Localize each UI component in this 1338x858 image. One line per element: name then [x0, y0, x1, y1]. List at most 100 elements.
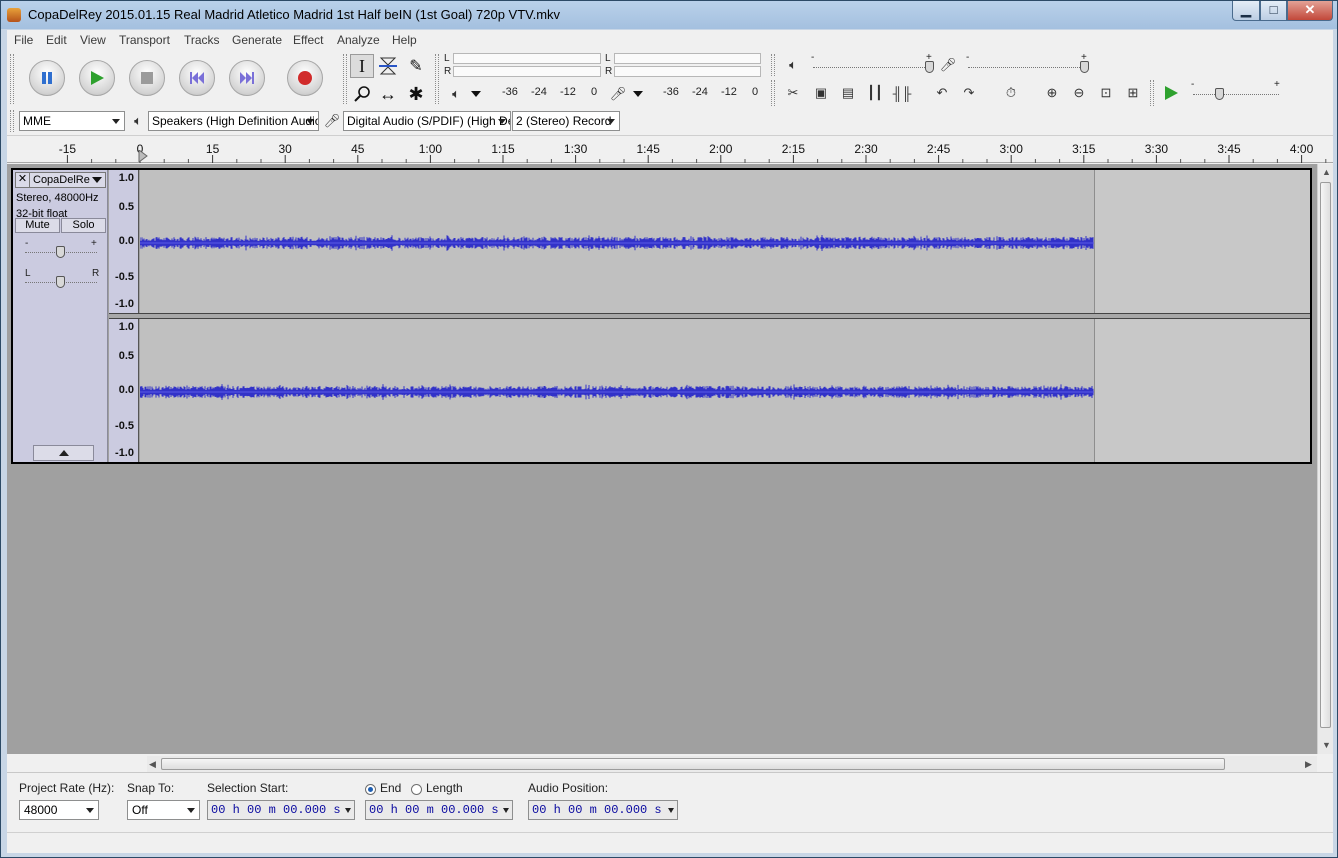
selection-tool[interactable]: I: [350, 54, 374, 78]
menu-analyze[interactable]: Analyze: [337, 33, 380, 47]
ruler-tick-label: 2:15: [781, 142, 806, 156]
mute-button[interactable]: Mute: [15, 218, 60, 233]
play-at-speed-icon[interactable]: [1163, 85, 1179, 101]
ruler-tick-label: 30: [278, 142, 292, 156]
channel-right-waveform[interactable]: [140, 319, 1310, 462]
paste-icon[interactable]: ▤: [837, 82, 859, 104]
track-name-label: CopaDelRe: [33, 174, 90, 186]
audio-host-dropdown[interactable]: MME: [19, 111, 125, 131]
record-meter-menu-icon[interactable]: [633, 91, 643, 97]
menu-file[interactable]: File: [14, 33, 33, 47]
scroll-up-arrow-icon[interactable]: ▲: [1322, 167, 1331, 177]
undo-icon[interactable]: ↶: [931, 82, 953, 104]
device-toolbar-grip[interactable]: [10, 110, 14, 132]
ruler-tick-label: 15: [205, 142, 220, 156]
multi-tool[interactable]: ✱: [404, 82, 428, 106]
solo-button[interactable]: Solo: [61, 218, 106, 233]
selection-end-time[interactable]: 00 h 00 m 00.000 s: [365, 800, 513, 820]
minimize-button[interactable]: ▁: [1232, 1, 1260, 21]
pan-left-label: L: [25, 268, 31, 279]
audio-position-time[interactable]: 00 h 00 m 00.000 s: [528, 800, 678, 820]
snap-to-combo[interactable]: Off: [127, 800, 200, 820]
track-menu-arrow-icon[interactable]: [92, 177, 102, 183]
output-volume-slider[interactable]: [925, 61, 934, 73]
mixer-toolbar-grip[interactable]: [771, 54, 775, 76]
fit-project-icon[interactable]: ⊞: [1122, 82, 1144, 104]
output-device-dropdown[interactable]: Speakers (High Definition Audio: [148, 111, 319, 131]
speaker-meter-icon[interactable]: 🔈︎: [445, 83, 467, 105]
menu-generate[interactable]: Generate: [232, 33, 282, 47]
pan-slider[interactable]: [56, 276, 65, 288]
skip-to-end-button[interactable]: [229, 60, 265, 96]
audio-track[interactable]: ✕ CopaDelRe Stereo, 48000Hz 32-bit float…: [11, 168, 1312, 464]
menu-transport[interactable]: Transport: [119, 33, 170, 47]
skip-to-end-icon: [240, 72, 254, 84]
draw-tool[interactable]: ✎: [404, 54, 428, 78]
record-tick: -24: [692, 86, 708, 98]
horizontal-scrollbar[interactable]: ◀ ▶: [147, 756, 1317, 772]
menu-help[interactable]: Help: [392, 33, 417, 47]
output-device-icon: 🔈︎: [134, 113, 142, 128]
track-close-icon[interactable]: ✕: [16, 173, 30, 187]
trim-icon[interactable]: ┃┃: [864, 82, 886, 104]
track-area[interactable]: ✕ CopaDelRe Stereo, 48000Hz 32-bit float…: [7, 164, 1317, 754]
menu-tracks[interactable]: Tracks: [184, 33, 220, 47]
maximize-button[interactable]: □: [1260, 1, 1287, 21]
application-window: CopaDelRey 2015.01.15 Real Madrid Atleti…: [0, 0, 1338, 858]
zoom-out-icon[interactable]: ⊖: [1068, 82, 1090, 104]
meter-toolbar-grip[interactable]: [435, 54, 439, 104]
end-radio[interactable]: [365, 784, 376, 795]
transport-toolbar-grip[interactable]: [10, 54, 14, 104]
menu-edit[interactable]: Edit: [46, 33, 67, 47]
horizontal-scroll-thumb[interactable]: [161, 758, 1225, 770]
pause-button[interactable]: [29, 60, 65, 96]
silence-icon[interactable]: ╢╟: [891, 82, 913, 104]
collapse-track-button[interactable]: [33, 445, 94, 461]
edit-toolbar-grip[interactable]: [771, 80, 775, 106]
title-bar[interactable]: CopaDelRey 2015.01.15 Real Madrid Atleti…: [1, 1, 1337, 29]
zoom-tool[interactable]: [350, 82, 374, 106]
scroll-right-arrow-icon[interactable]: ▶: [1305, 759, 1312, 770]
input-channels-dropdown[interactable]: 2 (Stereo) Record: [512, 111, 620, 131]
vertical-scrollbar[interactable]: ▲ ▼: [1317, 164, 1333, 754]
channel-left-waveform[interactable]: [140, 170, 1310, 313]
menu-view[interactable]: View: [80, 33, 106, 47]
selection-start-time[interactable]: 00 h 00 m 00.000 s: [207, 800, 355, 820]
vruler-tick: -0.5: [115, 420, 134, 432]
record-button[interactable]: [287, 60, 323, 96]
gain-slider[interactable]: [56, 246, 65, 258]
track-name-menu[interactable]: ✕ CopaDelRe: [15, 172, 106, 188]
microphone-meter-icon[interactable]: 🎤︎: [607, 83, 629, 105]
zoom-in-icon[interactable]: ⊕: [1041, 82, 1063, 104]
skip-to-start-button[interactable]: [179, 60, 215, 96]
redo-icon[interactable]: ↷: [958, 82, 980, 104]
vertical-scroll-thumb[interactable]: [1320, 182, 1331, 728]
timeline-ruler[interactable]: -15 0 15 30 45 1:00 1:15 1:30 1:45 2:00 2:15 2:30 2:…: [7, 137, 1333, 163]
input-device-dropdown[interactable]: Digital Audio (S/PDIF) (High De: [343, 111, 511, 131]
empty-track-region: [1094, 319, 1310, 462]
input-volume-track: [968, 67, 1086, 68]
scroll-down-arrow-icon[interactable]: ▼: [1322, 740, 1331, 750]
speed-track: [1193, 94, 1279, 95]
sync-lock-icon[interactable]: ⏱︎: [1000, 82, 1022, 104]
length-radio[interactable]: [411, 784, 422, 795]
record-tick: -36: [663, 86, 679, 98]
input-volume-slider[interactable]: [1080, 61, 1089, 73]
tools-toolbar-grip[interactable]: [343, 54, 347, 104]
play-at-speed-grip[interactable]: [1150, 80, 1154, 106]
speed-slider[interactable]: [1215, 88, 1224, 100]
cut-icon[interactable]: ✂︎: [782, 82, 804, 104]
project-rate-combo[interactable]: 48000: [19, 800, 99, 820]
fit-selection-icon[interactable]: ⊡: [1095, 82, 1117, 104]
stop-button[interactable]: [129, 60, 165, 96]
scroll-left-arrow-icon[interactable]: ◀: [149, 759, 156, 770]
close-window-button[interactable]: ✕: [1287, 1, 1333, 21]
menu-effect[interactable]: Effect: [293, 33, 323, 47]
play-head-marker-icon[interactable]: [138, 150, 148, 162]
play-button[interactable]: [79, 60, 115, 96]
envelope-tool[interactable]: [376, 54, 400, 78]
playback-meter-menu-icon[interactable]: [471, 91, 481, 97]
timeshift-tool[interactable]: ↔: [376, 82, 400, 106]
copy-icon[interactable]: ▣: [810, 82, 832, 104]
record-icon: [298, 71, 312, 85]
